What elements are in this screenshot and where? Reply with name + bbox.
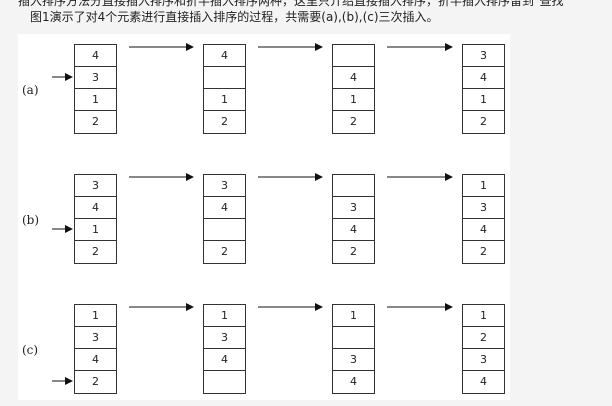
array-cell [204,67,245,89]
array-cell: 1 [75,219,116,241]
array-cell: 4 [204,45,245,67]
array-cell: 2 [463,327,504,349]
array-cell: 3 [333,349,374,371]
array-cell: 2 [480,115,487,128]
array-cell: 3 [75,175,116,197]
array-state-column: 1 3 4 [332,304,375,394]
array-cell: 2 [350,245,357,258]
array-cell: 1 [204,305,245,327]
array-cell: 4 [463,67,504,89]
array-cell [204,371,245,393]
array-state-column: 134 2 [462,174,505,264]
array-cell: 4 [333,67,374,89]
array-cell: 2 [221,115,228,128]
array-state-column: 34 2 [203,174,246,264]
array-cell: 1 [75,305,116,327]
array-state-column: 34 2 [332,174,375,264]
array-cell [204,219,245,241]
array-cell: 4 [75,197,116,219]
array-cell: 2 [480,245,487,258]
array-state-column: 341 2 [74,174,117,264]
array-state-column: 134 2 [74,304,117,394]
array-cell: 1 [463,175,504,197]
array-state-column: 41 2 [332,44,375,134]
array-cell: 3 [75,327,116,349]
array-cell: 1 [333,305,374,327]
array-cell: 1 [204,89,245,111]
array-cell: 4 [480,375,487,388]
array-state-column: 123 4 [462,304,505,394]
array-cell: 4 [75,349,116,371]
array-cell: 4 [204,349,245,371]
array-cell: 1 [463,305,504,327]
array-cell: 3 [204,175,245,197]
array-cell: 3 [204,327,245,349]
array-cell [333,327,374,349]
row-label: (b) [22,213,40,227]
array-cell: 3 [463,349,504,371]
array-cell: 1 [333,89,374,111]
insertion-sort-figure: (a) 4 3 1 2 4 1 2 4 1 2 3 4 1 2 (b) 3 4 1 2 3 4 2 3 4 2 1 3 4 2 (c) 1 3 4… [18,34,510,400]
array-cell: 4 [75,45,116,67]
array-cell: 4 [204,197,245,219]
array-cell [333,45,374,67]
row-label: (c) [22,343,39,357]
array-cell: 4 [463,219,504,241]
array-cell [333,175,374,197]
array-cell: 1 [75,89,116,111]
row-label: (a) [22,83,39,97]
array-cell: 4 [333,219,374,241]
array-state-column: 134 [203,304,246,394]
array-cell: 2 [350,115,357,128]
array-cell: 4 [350,375,357,388]
array-cell: 2 [221,245,228,258]
array-cell: 3 [75,67,116,89]
array-cell: 3 [463,197,504,219]
figure-caption: 图1演示了对4个元素进行直接插入排序的过程，共需要(a),(b),(c)三次插入… [30,10,439,24]
array-cell: 1 [463,89,504,111]
array-cell: 2 [92,245,99,258]
array-state-column: 431 2 [74,44,117,134]
array-cell: 3 [463,45,504,67]
array-state-column: 341 2 [462,44,505,134]
array-cell: 2 [92,375,99,388]
array-state-column: 4 1 2 [203,44,246,134]
array-cell: 2 [92,115,99,128]
array-cell: 3 [333,197,374,219]
